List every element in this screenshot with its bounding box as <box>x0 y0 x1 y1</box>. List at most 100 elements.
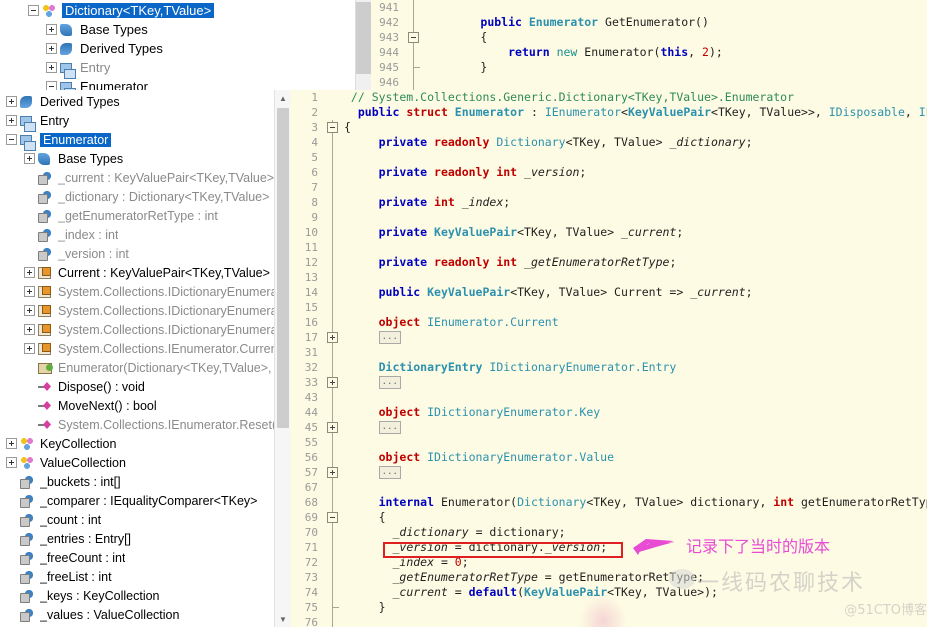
expand-icon[interactable] <box>46 24 57 35</box>
tree-row[interactable]: Entry <box>0 111 290 132</box>
tree-row[interactable]: ValueCollection <box>0 453 290 472</box>
code-line[interactable]: 44 object IDictionaryEnumerator.Key <box>290 405 927 420</box>
class-view-tree[interactable]: Derived Types Entry Enumerator Base Types _c… <box>0 90 290 627</box>
tree-row[interactable]: KeyCollection <box>0 434 290 453</box>
code-line[interactable]: 1 // System.Collections.Generic.Dictiona… <box>290 90 927 105</box>
code-line[interactable]: 944 return new Enumerator(this, 2); <box>371 45 927 60</box>
tree-row[interactable]: _values : ValueCollection <box>0 605 290 624</box>
code-line[interactable]: 69 { <box>290 510 927 525</box>
code-line[interactable]: 4 private readonly Dictionary<TKey, TVal… <box>290 135 927 150</box>
collapsed-region-icon[interactable]: ... <box>378 421 401 434</box>
code-line[interactable]: 43 <box>290 390 927 405</box>
code-line[interactable]: 941 <box>371 0 927 15</box>
code-line[interactable]: 13 <box>290 270 927 285</box>
code-line[interactable]: 67 <box>290 480 927 495</box>
expand-icon[interactable] <box>24 153 35 164</box>
tree-row[interactable]: System.Collections.IDictionaryEnumera <box>0 320 290 339</box>
tree-row[interactable]: System.Collections.IEnumerator.Curren <box>0 339 290 358</box>
code-line[interactable]: 11 <box>290 240 927 255</box>
code-line[interactable]: 33 ... <box>290 375 927 390</box>
fold-collapse-icon[interactable] <box>405 30 423 45</box>
code-line[interactable]: 15 <box>290 300 927 315</box>
code-line[interactable]: 945 } <box>371 60 927 75</box>
collapse-icon[interactable] <box>6 134 17 145</box>
expand-icon[interactable] <box>46 43 57 54</box>
expand-icon[interactable] <box>24 267 35 278</box>
expand-icon[interactable] <box>24 343 35 354</box>
tree-row[interactable]: Derived Types <box>0 92 290 111</box>
code-line[interactable]: 70 _dictionary = dictionary; <box>290 525 927 540</box>
code-line[interactable]: 946 <box>371 75 927 90</box>
code-line[interactable]: 45 ... <box>290 420 927 435</box>
code-line[interactable]: 17 ... <box>290 330 927 345</box>
scroll-down-icon[interactable]: ▼ <box>275 611 290 627</box>
tree-row[interactable]: _entries : Entry[] <box>0 529 290 548</box>
code-editor[interactable]: 1 // System.Collections.Generic.Dictiona… <box>290 90 927 627</box>
code-line[interactable]: 56 object IDictionaryEnumerator.Value <box>290 450 927 465</box>
tree-row[interactable]: Base Types <box>0 20 272 39</box>
code-line[interactable]: 5 <box>290 150 927 165</box>
expand-icon[interactable] <box>46 62 57 73</box>
class-tree-scrollbar[interactable]: ▲ ▼ <box>274 90 290 627</box>
code-line[interactable]: 7 <box>290 180 927 195</box>
tree-row[interactable]: Base Types <box>0 149 290 168</box>
code-line[interactable]: 57 ... <box>290 465 927 480</box>
code-line[interactable]: 12 private readonly int _getEnumeratorRe… <box>290 255 927 270</box>
tree-row[interactable]: Dictionary<TKey,TValue> <box>0 1 272 20</box>
fold-expand-icon[interactable] <box>324 420 342 435</box>
top-class-tree[interactable]: Dictionary<TKey,TValue> Base Types Derived… <box>0 0 272 90</box>
fold-expand-icon[interactable] <box>324 465 342 480</box>
fold-collapse-icon[interactable] <box>324 120 342 135</box>
top-tree-scrollbar-thumb[interactable] <box>356 2 372 74</box>
tree-row[interactable]: Enumerator <box>0 77 272 90</box>
code-line[interactable]: 32 DictionaryEntry IDictionaryEnumerator… <box>290 360 927 375</box>
collapsed-region-icon[interactable]: ... <box>378 331 401 344</box>
tree-row[interactable]: _keys : KeyCollection <box>0 586 290 605</box>
expand-icon[interactable] <box>6 96 17 107</box>
code-line[interactable]: 942 public Enumerator GetEnumerator() <box>371 15 927 30</box>
code-line[interactable]: 8 private int _index; <box>290 195 927 210</box>
code-line[interactable]: 71 _version = dictionary._version; <box>290 540 927 555</box>
tree-row[interactable]: _index : int <box>0 225 290 244</box>
top-code-editor[interactable]: 941 942 public Enumerator GetEnumerator()… <box>371 0 927 90</box>
code-line[interactable]: 16 object IEnumerator.Current <box>290 315 927 330</box>
tree-row[interactable]: Dispose() : void <box>0 377 290 396</box>
tree-row[interactable]: MoveNext() : bool <box>0 396 290 415</box>
collapse-icon[interactable] <box>46 81 57 90</box>
collapsed-region-icon[interactable]: ... <box>378 376 401 389</box>
tree-row[interactable]: _version : int <box>0 244 290 263</box>
tree-row[interactable]: System.Collections.IDictionaryEnumera <box>0 301 290 320</box>
tree-row[interactable]: System.Collections.IEnumerator.Reset( <box>0 415 290 434</box>
tree-row[interactable]: _comparer : IEqualityComparer<TKey> <box>0 491 290 510</box>
scroll-up-icon[interactable]: ▲ <box>275 90 290 106</box>
tree-row[interactable]: _current : KeyValuePair<TKey,TValue> <box>0 168 290 187</box>
tree-row[interactable]: _count : int <box>0 510 290 529</box>
top-tree-scrollbar[interactable] <box>355 0 372 90</box>
fold-collapse-icon[interactable] <box>324 510 342 525</box>
code-line[interactable]: 31 <box>290 345 927 360</box>
expand-icon[interactable] <box>6 457 17 468</box>
tree-row[interactable]: Current : KeyValuePair<TKey,TValue> <box>0 263 290 282</box>
code-line[interactable]: 3{ <box>290 120 927 135</box>
tree-row[interactable]: Enumerator <box>0 130 290 151</box>
tree-row[interactable]: Enumerator(Dictionary<TKey,TValue>, <box>0 358 290 377</box>
tree-row[interactable]: Derived Types <box>0 39 272 58</box>
tree-row[interactable]: Entry <box>0 58 272 79</box>
tree-row[interactable]: _freeCount : int <box>0 548 290 567</box>
fold-expand-icon[interactable] <box>324 330 342 345</box>
tree-row[interactable]: System.Collections.IDictionaryEnumera <box>0 282 290 301</box>
collapsed-region-icon[interactable]: ... <box>378 466 401 479</box>
code-line[interactable]: 10 private KeyValuePair<TKey, TValue> _c… <box>290 225 927 240</box>
expand-icon[interactable] <box>24 286 35 297</box>
expand-icon[interactable] <box>24 305 35 316</box>
code-line[interactable]: 9 <box>290 210 927 225</box>
class-tree-scrollbar-thumb[interactable] <box>277 108 289 428</box>
code-line[interactable]: 6 private readonly int _version; <box>290 165 927 180</box>
expand-icon[interactable] <box>24 324 35 335</box>
code-line[interactable]: 2 public struct Enumerator : IEnumerator… <box>290 105 927 120</box>
code-line[interactable]: 14 public KeyValuePair<TKey, TValue> Cur… <box>290 285 927 300</box>
tree-row[interactable]: _dictionary : Dictionary<TKey,TValue> <box>0 187 290 206</box>
code-line[interactable]: 55 <box>290 435 927 450</box>
tree-row[interactable]: _getEnumeratorRetType : int <box>0 206 290 225</box>
tree-row[interactable]: _freeList : int <box>0 567 290 586</box>
